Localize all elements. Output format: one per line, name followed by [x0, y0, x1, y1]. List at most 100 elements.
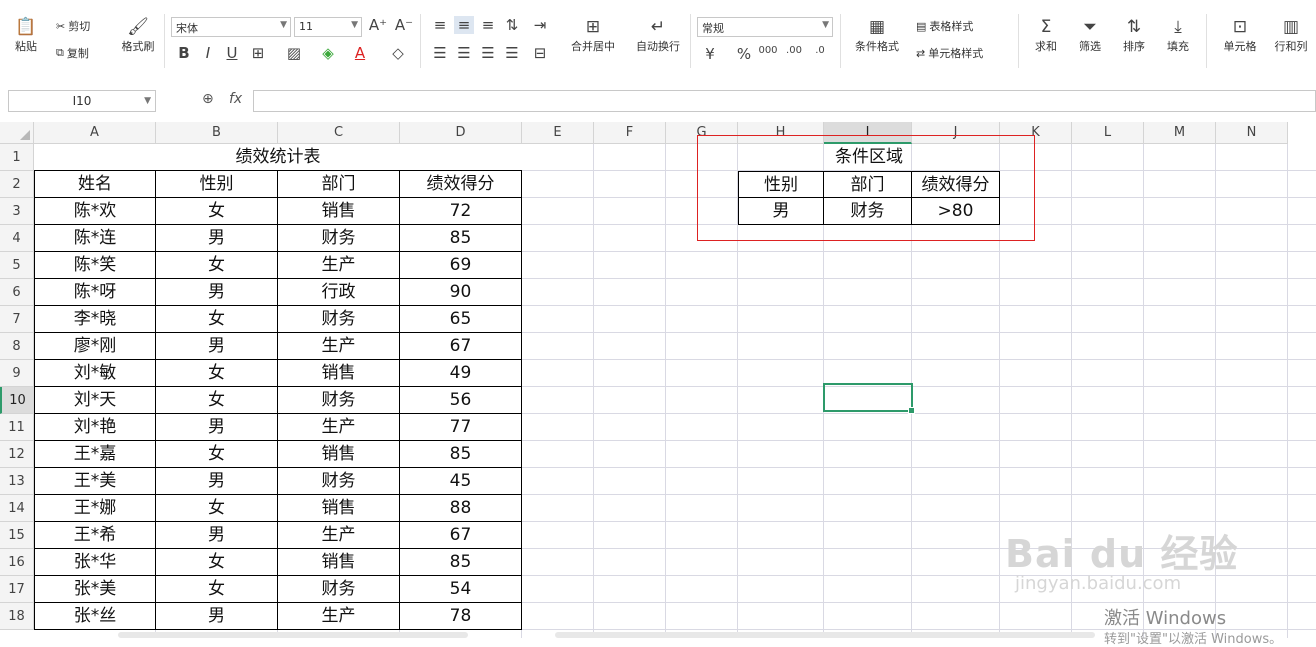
italic-icon[interactable]: I: [198, 44, 218, 62]
column-header-N[interactable]: N: [1216, 122, 1288, 144]
table-data-cell[interactable]: 男: [156, 333, 278, 360]
name-box[interactable]: I10 ▼: [8, 90, 156, 112]
column-header-M[interactable]: M: [1144, 122, 1216, 144]
table-data-cell[interactable]: 85: [400, 549, 522, 576]
zoom-icon[interactable]: ⊕: [202, 91, 214, 107]
table-data-cell[interactable]: 男: [156, 414, 278, 441]
font-color-icon[interactable]: A: [350, 44, 370, 62]
formula-input[interactable]: [253, 90, 1316, 112]
table-data-cell[interactable]: 刘*敏: [34, 360, 156, 387]
table-data-cell[interactable]: 陈*欢: [34, 198, 156, 225]
table-data-cell[interactable]: 陈*呀: [34, 279, 156, 306]
table-data-cell[interactable]: 65: [400, 306, 522, 333]
table-data-cell[interactable]: 男: [156, 468, 278, 495]
criteria-value-cell[interactable]: 男: [738, 198, 824, 225]
row-header-5[interactable]: 5: [0, 252, 34, 279]
sum-button[interactable]: Σ 求和: [1026, 16, 1066, 54]
border-icon[interactable]: ⊞: [248, 44, 268, 62]
decrease-font-icon[interactable]: A⁻: [394, 16, 414, 34]
criteria-value-cell[interactable]: >80: [912, 198, 1000, 225]
text-direction-icon[interactable]: ⇅: [502, 16, 522, 34]
table-data-cell[interactable]: 男: [156, 603, 278, 630]
column-header-D[interactable]: D: [400, 122, 522, 144]
row-header-4[interactable]: 4: [0, 225, 34, 252]
table-data-cell[interactable]: 陈*笑: [34, 252, 156, 279]
column-header-I[interactable]: I: [824, 122, 912, 144]
row-header-7[interactable]: 7: [0, 306, 34, 333]
fill-button[interactable]: ⤓ 填充: [1158, 16, 1198, 54]
table-data-cell[interactable]: 王*娜: [34, 495, 156, 522]
table-data-cell[interactable]: 刘*天: [34, 387, 156, 414]
row-header-8[interactable]: 8: [0, 333, 34, 360]
table-header-cell[interactable]: 部门: [278, 171, 400, 198]
table-data-cell[interactable]: 财务: [278, 468, 400, 495]
underline-icon[interactable]: U: [222, 44, 242, 62]
table-data-cell[interactable]: 45: [400, 468, 522, 495]
column-header-G[interactable]: G: [666, 122, 738, 144]
conditional-format-button[interactable]: ▦ 条件格式: [846, 16, 908, 54]
table-data-cell[interactable]: 张*华: [34, 549, 156, 576]
table-data-cell[interactable]: 男: [156, 279, 278, 306]
table-data-cell[interactable]: 88: [400, 495, 522, 522]
table-data-cell[interactable]: 56: [400, 387, 522, 414]
row-header-6[interactable]: 6: [0, 279, 34, 306]
column-header-K[interactable]: K: [1000, 122, 1072, 144]
table-data-cell[interactable]: 49: [400, 360, 522, 387]
table-data-cell[interactable]: 刘*艳: [34, 414, 156, 441]
criteria-title-cell[interactable]: 条件区域: [738, 144, 1000, 171]
table-title-cell[interactable]: 绩效统计表: [34, 144, 522, 171]
table-data-cell[interactable]: 男: [156, 225, 278, 252]
table-header-cell[interactable]: 绩效得分: [400, 171, 522, 198]
table-data-cell[interactable]: 77: [400, 414, 522, 441]
criteria-value-cell[interactable]: 财务: [824, 198, 912, 225]
table-data-cell[interactable]: 销售: [278, 198, 400, 225]
table-data-cell[interactable]: 女: [156, 387, 278, 414]
column-header-L[interactable]: L: [1072, 122, 1144, 144]
table-style-button[interactable]: ▤ 表格样式: [916, 18, 973, 34]
column-header-J[interactable]: J: [912, 122, 1000, 144]
row-header-16[interactable]: 16: [0, 549, 34, 576]
distribute-icon[interactable]: ⊟: [530, 44, 550, 62]
column-header-E[interactable]: E: [522, 122, 594, 144]
row-header-2[interactable]: 2: [0, 171, 34, 198]
table-data-cell[interactable]: 90: [400, 279, 522, 306]
table-data-cell[interactable]: 陈*连: [34, 225, 156, 252]
table-data-cell[interactable]: 女: [156, 549, 278, 576]
table-data-cell[interactable]: 生产: [278, 333, 400, 360]
thousands-separator-icon[interactable]: 000: [758, 45, 778, 56]
increase-font-icon[interactable]: A⁺: [368, 16, 388, 34]
table-data-cell[interactable]: 女: [156, 306, 278, 333]
row-header-14[interactable]: 14: [0, 495, 34, 522]
table-data-cell[interactable]: 王*美: [34, 468, 156, 495]
table-data-cell[interactable]: 69: [400, 252, 522, 279]
cells-button[interactable]: ⊡ 单元格: [1214, 16, 1266, 54]
table-header-cell[interactable]: 姓名: [34, 171, 156, 198]
table-data-cell[interactable]: 王*嘉: [34, 441, 156, 468]
table-data-cell[interactable]: 67: [400, 522, 522, 549]
align-center-icon[interactable]: ☰: [454, 44, 474, 62]
table-data-cell[interactable]: 女: [156, 441, 278, 468]
paste-button[interactable]: 📋 粘贴: [8, 16, 44, 54]
table-data-cell[interactable]: 行政: [278, 279, 400, 306]
table-data-cell[interactable]: 王*希: [34, 522, 156, 549]
row-header-15[interactable]: 15: [0, 522, 34, 549]
indent-icon[interactable]: ⇥: [530, 16, 550, 34]
align-top-icon[interactable]: ≡: [430, 16, 450, 34]
bold-icon[interactable]: B: [174, 44, 194, 62]
table-data-cell[interactable]: 生产: [278, 414, 400, 441]
row-header-18[interactable]: 18: [0, 603, 34, 630]
table-data-cell[interactable]: 54: [400, 576, 522, 603]
table-data-cell[interactable]: 67: [400, 333, 522, 360]
merge-center-button[interactable]: ⊞ 合并居中: [562, 16, 624, 54]
row-header-11[interactable]: 11: [0, 414, 34, 441]
rows-cols-button[interactable]: ▥ 行和列: [1268, 16, 1314, 54]
table-data-cell[interactable]: 女: [156, 495, 278, 522]
column-header-F[interactable]: F: [594, 122, 666, 144]
row-header-12[interactable]: 12: [0, 441, 34, 468]
row-header-13[interactable]: 13: [0, 468, 34, 495]
horizontal-scrollbar[interactable]: [118, 632, 468, 638]
table-data-cell[interactable]: 李*晓: [34, 306, 156, 333]
fx-icon[interactable]: fx: [229, 91, 242, 107]
table-data-cell[interactable]: 财务: [278, 576, 400, 603]
table-header-cell[interactable]: 性别: [156, 171, 278, 198]
